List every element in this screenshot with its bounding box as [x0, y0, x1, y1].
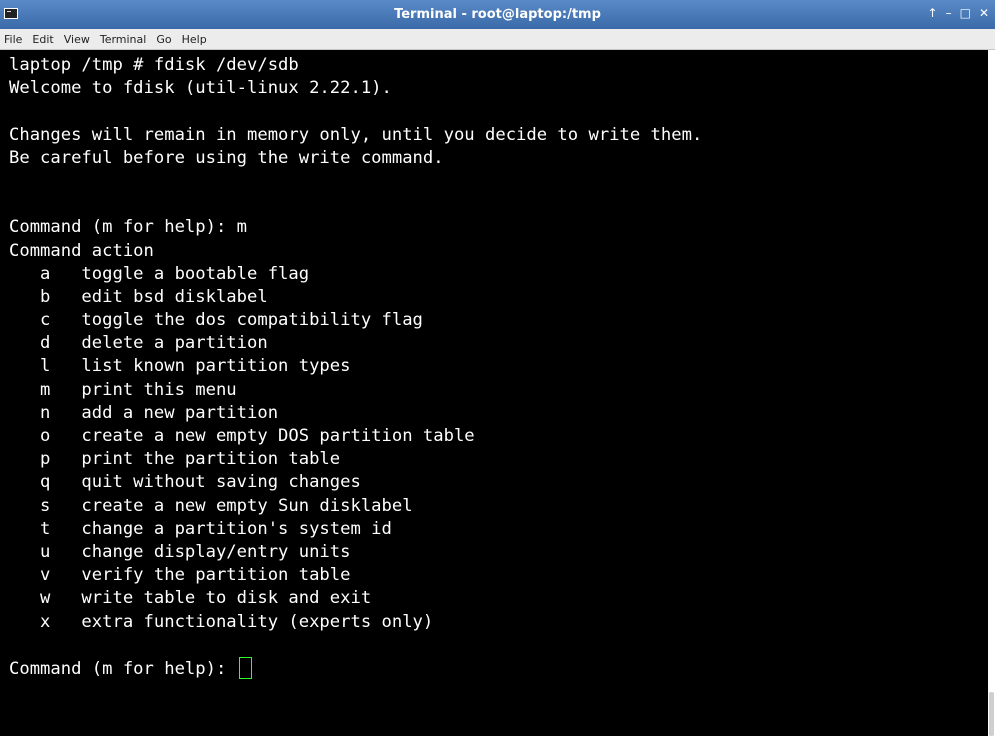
maximize-icon[interactable]: □: [960, 6, 971, 20]
menubar: File Edit View Terminal Go Help: [0, 29, 995, 50]
menu-go[interactable]: Go: [151, 33, 176, 46]
text-cursor: [238, 656, 252, 679]
terminal-line: Changes will remain in memory only, unti…: [9, 124, 703, 145]
window-controls: ↑ – □ ✕: [928, 6, 989, 20]
minimize-icon[interactable]: –: [946, 6, 952, 20]
window-titlebar[interactable]: Terminal - root@laptop:/tmp ↑ – □ ✕: [0, 0, 995, 29]
menu-edit[interactable]: Edit: [27, 33, 58, 46]
menu-view[interactable]: View: [59, 33, 95, 46]
command-prompt: Command (m for help):: [9, 658, 237, 679]
terminal-line: d delete a partition: [9, 333, 268, 354]
terminal-line: Command (m for help): m: [9, 217, 247, 238]
terminal-scrollbar[interactable]: [988, 50, 995, 736]
terminal-line: l list known partition types: [9, 356, 351, 377]
terminal-line: n add a new partition: [9, 402, 279, 423]
terminal-line: o create a new empty DOS partition table: [9, 426, 475, 446]
terminal-line: x extra functionality (experts only): [9, 611, 434, 632]
terminal-lines: laptop /tmp # fdisk /dev/sdb Welcome to f…: [9, 54, 702, 680]
menu-file[interactable]: File: [0, 33, 27, 46]
terminal-line: w write table to disk and exit: [9, 588, 372, 609]
terminal-line: laptop /tmp # fdisk /dev/sdb: [9, 55, 299, 75]
terminal-line: t change a partition's system id: [9, 518, 392, 539]
terminal-line: b edit bsd disklabel: [9, 286, 268, 307]
command-prompt-line[interactable]: Command (m for help):: [9, 656, 702, 680]
window-title: Terminal - root@laptop:/tmp: [394, 7, 601, 22]
terminal-line: Be careful before using the write comman…: [9, 147, 444, 168]
terminal-line: p print the partition table: [9, 449, 341, 470]
keep-above-icon[interactable]: ↑: [928, 6, 938, 20]
terminal-line: v verify the partition table: [9, 565, 351, 586]
terminal-output[interactable]: laptop /tmp # fdisk /dev/sdb Welcome to f…: [0, 50, 988, 736]
terminal-line: Welcome to fdisk (util-linux 2.22.1).: [9, 78, 392, 99]
terminal-line: m print this menu: [9, 379, 237, 400]
terminal-line: c toggle the dos compatibility flag: [9, 310, 423, 331]
scrollbar-thumb[interactable]: [989, 692, 994, 736]
close-icon[interactable]: ✕: [979, 6, 989, 20]
terminal-line: u change display/entry units: [9, 541, 351, 562]
menu-terminal[interactable]: Terminal: [95, 33, 152, 46]
terminal-line: Command action: [9, 240, 154, 261]
menu-help[interactable]: Help: [177, 33, 212, 46]
terminal-line: s create a new empty Sun disklabel: [9, 495, 413, 516]
terminal-line: a toggle a bootable flag: [9, 263, 310, 284]
terminal-line: q quit without saving changes: [9, 472, 361, 493]
